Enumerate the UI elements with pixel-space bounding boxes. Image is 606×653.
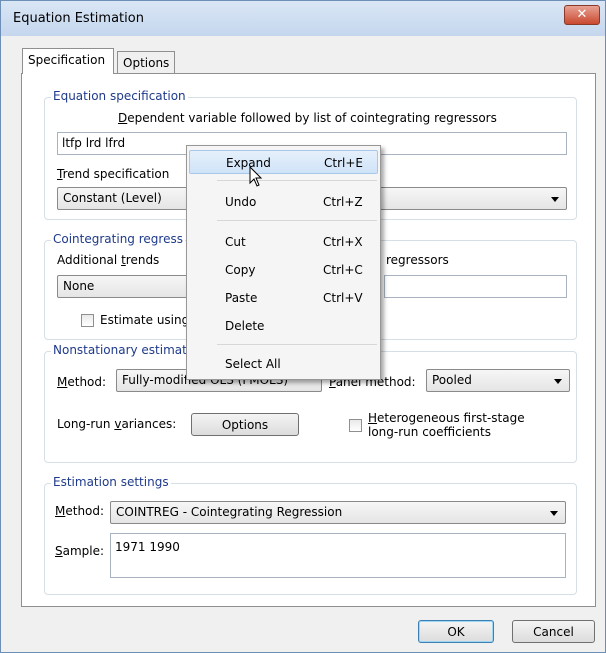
tab-specification-label: Specification (28, 53, 106, 67)
menu-item-cut[interactable]: Cut Ctrl+X (189, 230, 378, 254)
additional-trends-label: Additional trends (57, 253, 160, 267)
additional-trends-select[interactable]: None (57, 275, 192, 298)
menu-item-select-all[interactable]: Select All (189, 352, 378, 376)
menu-separator (217, 344, 377, 345)
regressors-input[interactable] (384, 275, 567, 298)
chevron-down-icon (554, 379, 562, 384)
additional-trends-value: None (63, 279, 95, 293)
panel-method-select[interactable]: Pooled (426, 369, 570, 392)
heterogeneous-label: Heterogeneous first-stage long-run coeffi… (368, 411, 525, 439)
dependent-variable-label: Dependent variable followed by list of c… (118, 111, 497, 125)
trend-specification-value: Constant (Level) (63, 191, 162, 205)
menu-item-select-all-label: Select All (225, 357, 281, 371)
cancel-button-label: Cancel (533, 625, 574, 639)
close-button[interactable]: ✕ (564, 5, 600, 25)
menu-item-copy-label: Copy (225, 263, 256, 277)
menu-item-undo-label: Undo (225, 195, 257, 209)
estimation-settings-title: Estimation settings (51, 475, 171, 489)
menu-item-undo[interactable]: Undo Ctrl+Z (189, 190, 378, 214)
regressors-label: regressors (386, 253, 449, 267)
menu-item-undo-shortcut: Ctrl+Z (323, 195, 363, 209)
nonstationary-estimation-title: Nonstationary estimat (51, 343, 189, 357)
menu-item-cut-shortcut: Ctrl+X (323, 235, 363, 249)
panel-method-value: Pooled (432, 373, 472, 387)
menu-item-paste-label: Paste (225, 291, 258, 305)
cancel-button[interactable]: Cancel (512, 620, 595, 643)
window-title: Equation Estimation (13, 11, 144, 26)
menu-separator (217, 220, 377, 221)
menu-item-paste[interactable]: Paste Ctrl+V (189, 286, 378, 310)
long-run-variances-label: Long-run variances: (57, 417, 177, 431)
close-icon: ✕ (576, 7, 588, 22)
mouse-pointer-icon (249, 166, 263, 187)
method-label: Method: (57, 375, 107, 389)
menu-item-paste-shortcut: Ctrl+V (323, 291, 363, 305)
cointegrating-regressors-title: Cointegrating regress (51, 232, 185, 246)
chevron-down-icon (551, 197, 559, 202)
menu-item-delete-label: Delete (225, 319, 265, 333)
equation-specification-title: Equation specification (51, 89, 188, 103)
menu-separator (217, 180, 377, 181)
estimation-method-select[interactable]: COINTREG - Cointegrating Regression (110, 501, 566, 524)
ok-button[interactable]: OK (418, 620, 494, 643)
trend-specification-label: Trend specification (57, 167, 170, 181)
tab-specification[interactable]: Specification (22, 48, 114, 74)
estimation-method-value: COINTREG - Cointegrating Regression (116, 505, 343, 519)
long-run-options-button[interactable]: Options (191, 413, 299, 436)
chevron-down-icon (550, 511, 558, 516)
estimate-using-label: Estimate using (100, 313, 190, 327)
long-run-options-label: Options (221, 418, 269, 432)
menu-item-delete[interactable]: Delete (189, 314, 378, 338)
menu-item-copy-shortcut: Ctrl+C (323, 263, 363, 277)
title-bar[interactable]: Equation Estimation ✕ (1, 1, 605, 36)
estimation-method-label: Method: (55, 504, 105, 518)
menu-item-expand[interactable]: Expand Ctrl+E (189, 150, 378, 174)
ok-button-label: OK (447, 625, 465, 639)
menu-item-expand-shortcut: Ctrl+E (324, 156, 363, 170)
tab-options[interactable]: Options (117, 51, 175, 73)
menu-item-copy[interactable]: Copy Ctrl+C (189, 258, 378, 282)
estimate-using-checkbox[interactable] (81, 314, 94, 327)
context-menu: Expand Ctrl+E Undo Ctrl+Z Cut Ctrl+X Cop… (186, 145, 381, 380)
heterogeneous-checkbox[interactable] (349, 419, 362, 432)
menu-item-cut-label: Cut (225, 235, 246, 249)
sample-label: Sample: (55, 544, 105, 558)
tab-options-label: Options (123, 56, 170, 70)
sample-input[interactable]: 1971 1990 (110, 533, 566, 578)
